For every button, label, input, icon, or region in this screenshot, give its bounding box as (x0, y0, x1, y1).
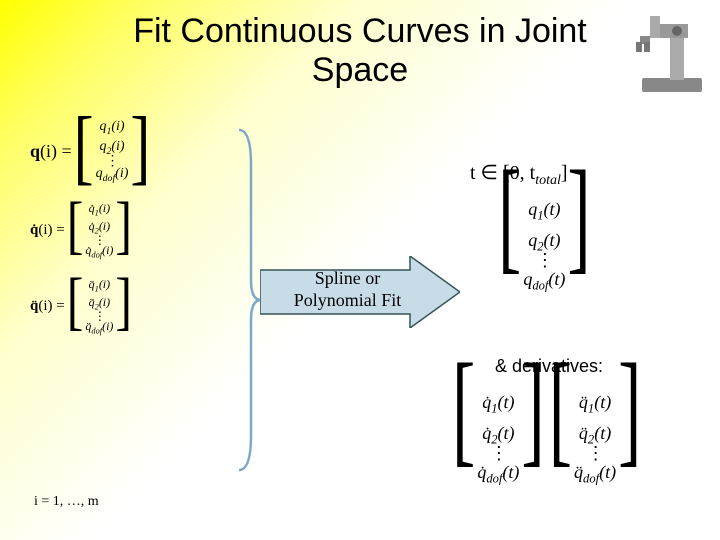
q-lhs: q(i) = (30, 141, 74, 162)
qdot-of-t-rows: q̇1(t)q̇2(t)⋮q̇dof(t) (475, 388, 521, 489)
qddot-vector: q̈(i) = [ q̈1(i)q̈2(i)⋮q̈dof(i) ] (30, 277, 235, 337)
discrete-vectors-column: q(i) = [ q1(i)q2(i)⋮qdof(i) ] q̇(i) = [ … (30, 118, 235, 352)
index-range: i = 1, …, m (34, 494, 99, 510)
qddot-rows: q̈1(i)q̈2(i)⋮q̈dof(i) (83, 277, 115, 337)
qdot-of-t-vector: [ q̇1(t)q̇2(t)⋮q̇dof(t) ] (452, 388, 545, 489)
grouping-brace-icon (235, 125, 263, 475)
robot-arm-icon (632, 6, 712, 96)
q-vector: q(i) = [ q1(i)q2(i)⋮qdof(i) ] (30, 118, 235, 185)
qddot-of-t-rows: q̈1(t)q̈2(t)⋮q̈dof(t) (572, 388, 618, 489)
qdot-rows: q̇1(i)q̇2(i)⋮q̇dof(i) (83, 201, 115, 261)
fit-arrow-label: Spline orPolynomial Fit (275, 268, 420, 311)
qdot-vector: q̇(i) = [ q̇1(i)q̇2(i)⋮q̇dof(i) ] (30, 201, 235, 261)
qdot-lhs: q̇(i) = (30, 222, 67, 239)
derivative-vectors: [ q̇1(t)q̇2(t)⋮q̇dof(t) ] [ q̈1(t)q̈2(t)… (452, 388, 641, 505)
q-of-t-rows: q1(t)q2(t)⋮qdof(t) (521, 195, 567, 296)
qddot-lhs: q̈(i) = (30, 298, 67, 315)
slide-title: Fit Continuous Curves in JointSpace (0, 0, 720, 90)
q-rows: q1(i)q2(i)⋮qdof(i) (94, 118, 131, 185)
qddot-of-t-vector: [ q̈1(t)q̈2(t)⋮q̈dof(t) ] (549, 388, 642, 489)
q-of-t-vector: [ q1(t)q2(t)⋮qdof(t) ] (498, 195, 591, 296)
